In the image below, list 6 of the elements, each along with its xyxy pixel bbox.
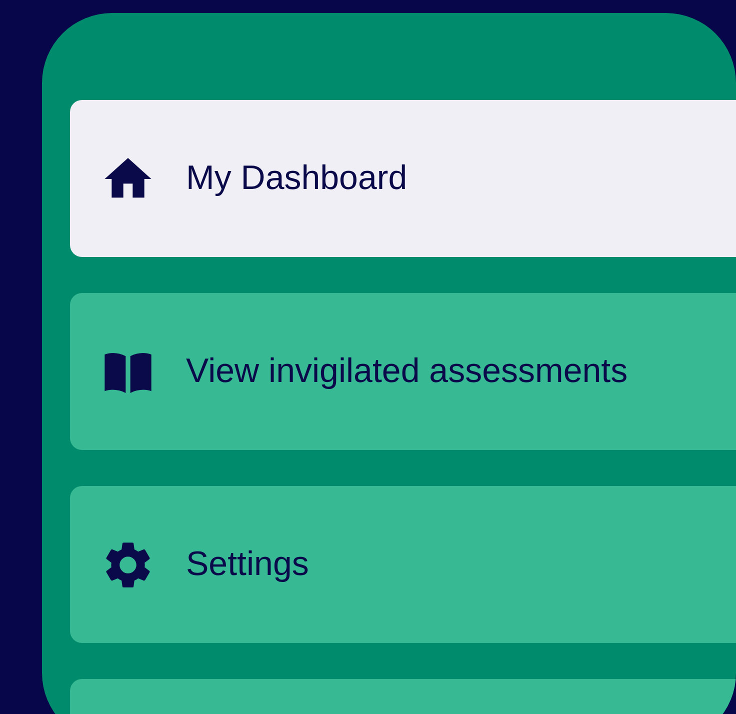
menu-item[interactable]: View invigilated assessments	[70, 293, 736, 450]
menu-item[interactable]: Settings	[70, 486, 736, 643]
menu-item-label: View invigilated assessments	[186, 352, 628, 391]
menu-item-label: Settings	[186, 545, 309, 584]
menu-item[interactable]: My Dashboard	[70, 100, 736, 257]
menu-item-label: My Dashboard	[186, 159, 408, 198]
